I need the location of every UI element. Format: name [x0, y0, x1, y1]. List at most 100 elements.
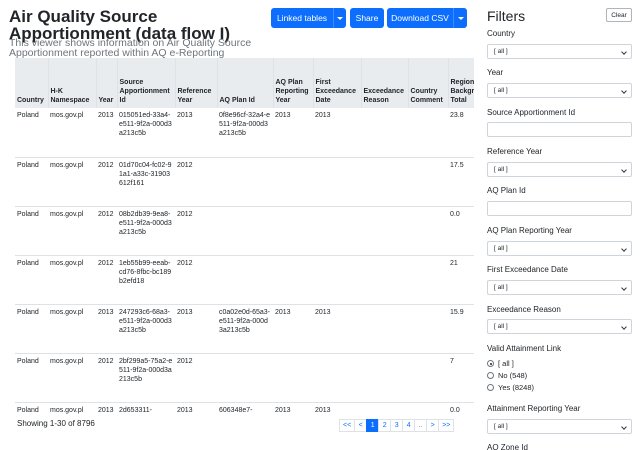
table-row: Poland mos.gov.pl 2012 2bf299a5-75a2-e511-9… — [15, 353, 474, 403]
table-cell: 23.8 — [448, 108, 474, 158]
column-header[interactable]: AQ Plan Id — [217, 58, 274, 108]
radio-button[interactable] — [487, 360, 494, 367]
filters-sidebar: Filters Clear Country [ all ] Year [ all ] S… — [474, 0, 640, 450]
table-cell: 2013 — [175, 304, 217, 354]
filter-select-value: [ all ] — [494, 87, 508, 94]
filter-text-input[interactable] — [487, 122, 632, 137]
filter-select[interactable]: [ all ] — [487, 241, 632, 256]
radio-button[interactable] — [487, 372, 494, 379]
radio-option[interactable]: Yes (8248) — [487, 383, 534, 392]
page-subtitle: This viewer shows information on Air Qua… — [9, 38, 252, 58]
table-cell — [273, 157, 313, 207]
filter-select[interactable]: [ all ] — [487, 319, 632, 334]
table-cell: 21 — [448, 255, 474, 305]
clear-filters-button[interactable]: Clear — [606, 8, 632, 22]
column-header[interactable]: Reference Year — [175, 58, 218, 108]
table-cell — [408, 206, 448, 256]
column-header[interactable]: First Exceedance Date — [313, 58, 362, 108]
column-header[interactable]: Regional Background Total — [448, 58, 474, 108]
column-header[interactable]: Year — [96, 58, 118, 108]
table-cell — [313, 157, 361, 207]
filter-select-value: [ all ] — [494, 48, 508, 55]
showing-count: Showing 1-30 of 8796 — [17, 419, 95, 428]
filter-select[interactable]: [ all ] — [487, 83, 632, 98]
filter-select[interactable]: [ all ] — [487, 280, 632, 295]
filter-label: Exceedance Reason — [487, 305, 561, 314]
table-cell: Poland — [15, 108, 48, 158]
table-cell — [408, 255, 448, 305]
table-cell: 015051ed-33a4-e511-9f2a-000d3a213c5b — [117, 108, 175, 158]
filter-label: AQ Plan Id — [487, 186, 526, 195]
share-button[interactable]: Share — [350, 8, 384, 28]
column-header[interactable]: H-K Namespace — [48, 58, 97, 108]
table-cell: 247293c6-68a3-e511-9f2a-000d3a213c5b — [117, 304, 175, 354]
table-cell: mos.gov.pl — [48, 255, 96, 305]
filter-text-input[interactable] — [487, 201, 632, 216]
table-cell: 2013 — [96, 108, 117, 158]
table-row: Poland mos.gov.pl 2012 01d70c04-fc02-91a1-a… — [15, 157, 474, 207]
table-cell — [313, 255, 361, 305]
table-cell — [361, 255, 408, 305]
table-cell — [217, 255, 273, 305]
table-cell: 2013 — [273, 108, 313, 158]
table-cell: 2012 — [175, 157, 217, 207]
pagination-item[interactable]: << — [339, 419, 356, 432]
table-cell — [361, 402, 408, 414]
column-header[interactable]: Source Apportionment Id — [117, 58, 176, 108]
filter-select[interactable]: [ all ] — [487, 162, 632, 177]
column-header[interactable]: Country Comment — [408, 58, 449, 108]
filter-label: AQ Plan Reporting Year — [487, 226, 572, 235]
column-header[interactable]: Exceedance Reason — [361, 58, 409, 108]
data-table-container: Country H-K Namespace Year Source Apportion… — [15, 58, 474, 414]
table-cell: Poland — [15, 157, 48, 207]
table-cell: 0f8e96cf-32a4-e511-9f2a-000d3a213c5b — [217, 108, 273, 158]
filter-select-value: [ all ] — [494, 323, 508, 330]
table-cell: 2012 — [175, 255, 217, 305]
table-cell: 2012 — [96, 157, 117, 207]
filter-select[interactable]: [ all ] — [487, 419, 632, 434]
table-cell — [408, 157, 448, 207]
table-cell — [217, 206, 273, 256]
radio-option-label: No (548) — [498, 371, 528, 380]
filter-label: AQ Zone Id — [487, 443, 528, 450]
table-cell: mos.gov.pl — [48, 157, 96, 207]
radio-option[interactable]: [ all ] — [487, 359, 514, 368]
table-cell: Poland — [15, 255, 48, 305]
filter-select-value: [ all ] — [494, 423, 508, 430]
table-cell: 2012 — [175, 353, 217, 403]
table-row: Poland mos.gov.pl 2013 2d653311- 2013 606348e… — [15, 402, 474, 414]
filter-select-value: [ all ] — [494, 245, 508, 252]
download-csv-dropdown-toggle[interactable] — [453, 8, 467, 28]
table-cell — [361, 304, 408, 354]
caret-down-icon — [337, 16, 343, 20]
table-row: Poland mos.gov.pl 2013 015051ed-33a4-e511-9… — [15, 108, 474, 158]
table-cell — [361, 206, 408, 256]
table-cell: 7 — [448, 353, 474, 403]
download-csv-button[interactable]: Download CSV — [387, 8, 453, 28]
table-cell: 2013 — [273, 304, 313, 354]
table-cell: mos.gov.pl — [48, 206, 96, 256]
linked-tables-dropdown-toggle[interactable] — [333, 8, 346, 28]
column-header[interactable]: AQ Plan Reporting Year — [273, 58, 314, 108]
table-cell — [313, 206, 361, 256]
linked-tables-button[interactable]: Linked tables — [271, 8, 333, 28]
table-header-row: Country H-K Namespace Year Source Apportion… — [15, 58, 474, 108]
radio-option[interactable]: No (548) — [487, 371, 527, 380]
pagination-item[interactable]: >> — [438, 419, 455, 432]
table-cell — [408, 108, 448, 158]
column-header[interactable]: Country — [15, 58, 49, 108]
table-cell: mos.gov.pl — [48, 108, 96, 158]
table-cell: 0.0 — [448, 206, 474, 256]
table-cell: 2013 — [313, 304, 361, 354]
table-cell: mos.gov.pl — [48, 402, 96, 414]
table-cell — [273, 353, 313, 403]
filter-select[interactable]: [ all ] — [487, 44, 632, 59]
radio-button[interactable] — [487, 384, 494, 391]
table-cell — [313, 353, 361, 403]
table-cell: 606348e7- — [217, 402, 273, 414]
table-cell — [361, 157, 408, 207]
main-panel: Air Quality Source Apportionment (data f… — [0, 0, 474, 450]
page-title: Air Quality Source Apportionment (data f… — [9, 7, 230, 43]
filters-title: Filters — [487, 8, 526, 24]
table-cell — [408, 402, 448, 414]
